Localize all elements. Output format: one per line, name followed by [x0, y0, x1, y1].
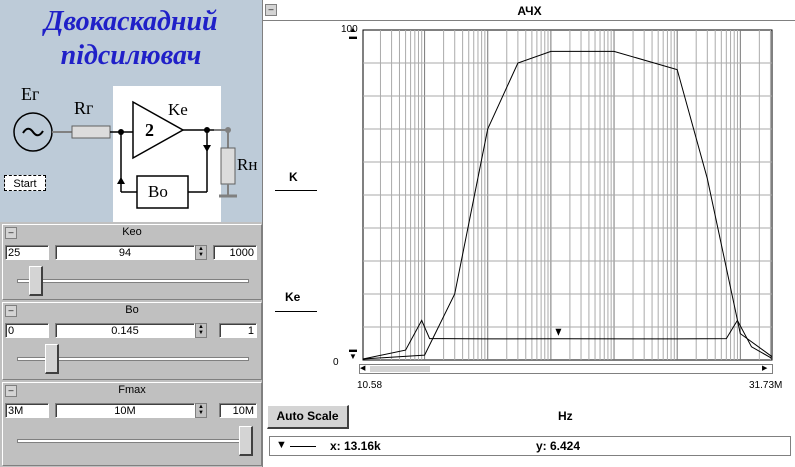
- fmax-slider-thumb[interactable]: [239, 426, 253, 456]
- fmax-value-field[interactable]: 10M: [55, 403, 195, 418]
- x-unit-label: Hz: [558, 409, 573, 423]
- keo-slider-track[interactable]: [17, 279, 249, 283]
- scroll-right-icon[interactable]: ▶: [762, 365, 772, 373]
- bo-slider-thumb[interactable]: [45, 344, 59, 374]
- keo-max-field[interactable]: 1000: [213, 245, 257, 260]
- fmax-min-field[interactable]: 3M: [5, 403, 49, 418]
- ke-label: Kе: [168, 100, 188, 119]
- x-right-label: 31.73M: [749, 380, 783, 391]
- fmax-control: – Fmax 3M 10M ▲ ▼ 10M: [2, 382, 262, 466]
- start-button[interactable]: Start: [4, 175, 46, 191]
- bo-max-field[interactable]: 1: [219, 323, 257, 338]
- keo-value-field[interactable]: 94: [55, 245, 195, 260]
- cursor-marker-icon: ▼: [276, 439, 287, 451]
- bo-label: Bо: [148, 182, 168, 201]
- bo-min-field[interactable]: 0: [5, 323, 49, 338]
- source-label: Ег: [21, 84, 40, 104]
- bo-spinner[interactable]: ▲ ▼: [195, 323, 207, 338]
- auto-scale-button[interactable]: Auto Scale: [267, 405, 349, 429]
- keo-control: – Keo 25 94 ▲ ▼ 1000: [2, 224, 262, 300]
- schematic-panel: Двокаскадний підсилювач Ег Rг 2 Kе Rн Bо…: [0, 0, 262, 222]
- rn-label: Rн: [237, 155, 258, 174]
- cursor-readout: ▼ x: 13.16k y: 6.424: [269, 436, 791, 456]
- keo-title: Keo: [122, 226, 142, 238]
- fmax-slider-track[interactable]: [17, 439, 249, 443]
- frequency-response-plot[interactable]: [263, 0, 795, 467]
- fmax-title: Fmax: [118, 384, 146, 396]
- bo-title: Bo: [125, 304, 139, 316]
- cursor-line: [290, 446, 316, 447]
- fmax-max-field[interactable]: 10M: [219, 403, 257, 418]
- scroll-left-icon[interactable]: ◀: [360, 365, 370, 373]
- x-left-label: 10.58: [357, 380, 383, 391]
- keo-min-field[interactable]: 25: [5, 245, 49, 260]
- bo-value-field[interactable]: 0.145: [55, 323, 195, 338]
- resistor-rg: [71, 125, 111, 139]
- amp-number: 2: [145, 120, 154, 140]
- plot-panel: – АЧХ K Ke 100 0 ▲ ▬ ▬ ▼ ◀ ▶ 10.58 31.73M …: [262, 0, 795, 467]
- x-scroll-thumb[interactable]: [370, 366, 430, 372]
- keo-spinner[interactable]: ▲ ▼: [195, 245, 207, 260]
- left-panel: Двокаскадний підсилювач Ег Rг 2 Kе Rн Bо…: [0, 0, 262, 467]
- x-scrollbar[interactable]: ◀ ▶: [359, 364, 773, 374]
- rg-label: Rг: [74, 98, 94, 118]
- fmax-spinner[interactable]: ▲ ▼: [195, 403, 207, 418]
- cursor-y-value: y: 6.424: [536, 439, 581, 453]
- cursor-x-value: x: 13.16k: [330, 439, 381, 453]
- resistor-rn: [220, 147, 236, 185]
- bo-control: – Bo 0 0.145 ▲ ▼ 1: [2, 302, 262, 380]
- keo-slider-thumb[interactable]: [29, 266, 43, 296]
